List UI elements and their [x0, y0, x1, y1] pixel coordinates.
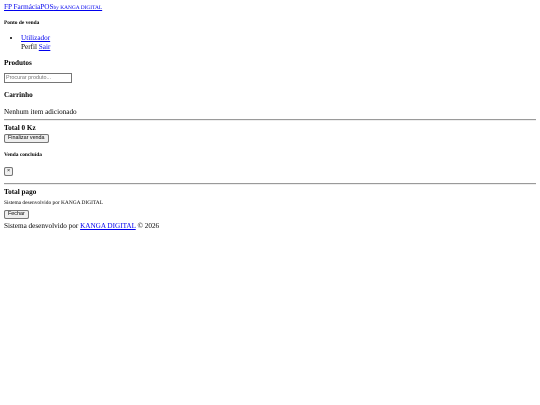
brand-name: FarmáciaPOS: [13, 3, 54, 11]
divider: [4, 118, 536, 121]
footer-developer-link[interactable]: KANGA DIGITAL: [80, 222, 136, 230]
cart-total: Total 0 Kz: [4, 124, 536, 132]
user-menu: Utilizador: [4, 34, 536, 42]
product-search-input[interactable]: [4, 73, 72, 84]
profile-label: Perfil: [21, 42, 37, 51]
user-menu-item: Utilizador: [21, 34, 536, 42]
developer-note: Sistema desenvolvido por KANGA DIGITAL: [4, 199, 103, 206]
logout-link[interactable]: Sair: [39, 43, 51, 51]
close-button[interactable]: Fechar: [4, 209, 29, 219]
brand-link[interactable]: FP FarmáciaPOSby KANGA DIGITAL: [4, 3, 536, 11]
footer: Sistema desenvolvido por KANGA DIGITAL ©…: [4, 222, 536, 230]
checkout-button[interactable]: Finalizar venda: [4, 134, 49, 144]
cart-total-value: 0 Kz: [21, 123, 36, 132]
page-section-title: Ponto de venda: [4, 20, 40, 27]
cart-title: Carrinho: [4, 91, 33, 100]
footer-text-prefix: Sistema desenvolvido por: [4, 221, 81, 230]
divider: [4, 183, 536, 186]
cart-empty-message: Nenhum item adicionado: [4, 107, 77, 116]
total-paid-label: Total pago: [4, 188, 37, 197]
close-icon[interactable]: ×: [4, 167, 14, 177]
user-link[interactable]: Utilizador: [21, 34, 50, 42]
products-title: Produtos: [4, 59, 32, 68]
profile-row: Perfil Sair: [4, 43, 536, 51]
cart-total-label: Total: [4, 123, 20, 132]
brand-byline: by KANGA DIGITAL: [53, 5, 103, 11]
sale-complete-title: Venda concluída: [4, 152, 42, 159]
brand-prefix: FP: [4, 3, 14, 11]
footer-text-suffix: © 2026: [135, 221, 160, 230]
